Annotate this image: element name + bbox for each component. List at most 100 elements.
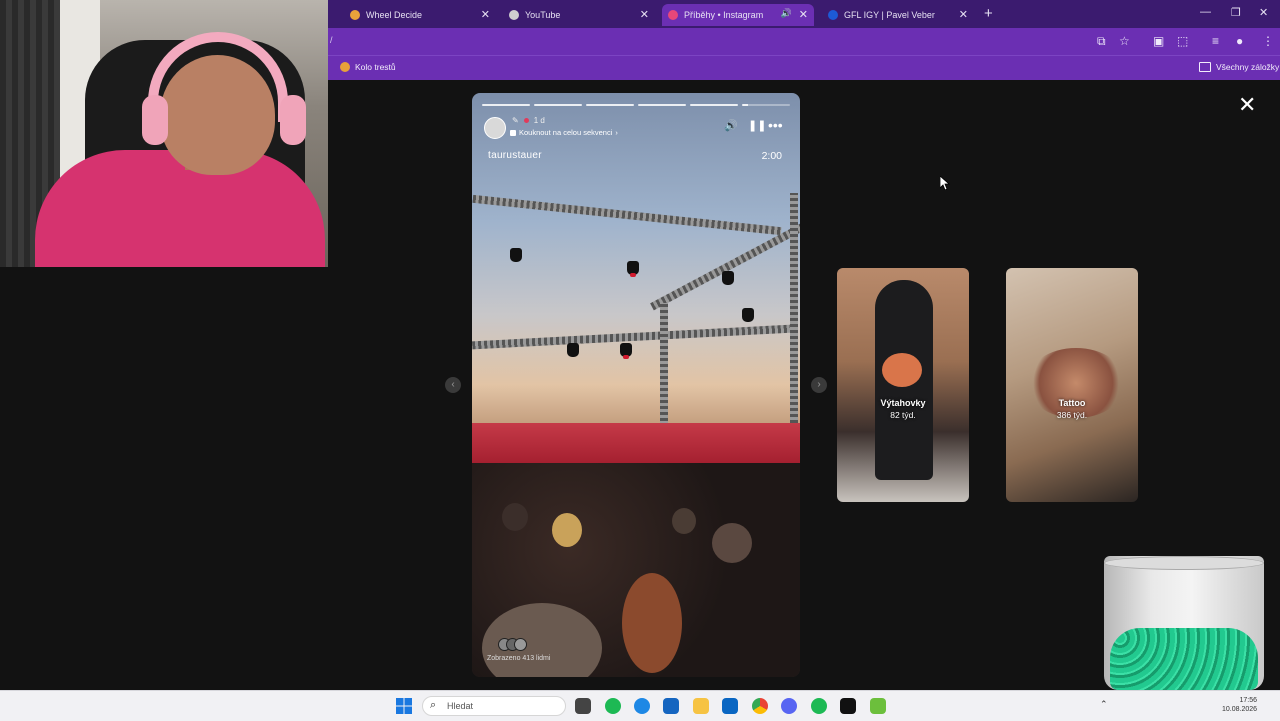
jar-coins <box>1110 628 1258 690</box>
tab-instagram[interactable]: Příběhy • Instagram 🔊 ✕ <box>662 4 814 26</box>
next-story-icon[interactable]: › <box>811 377 827 393</box>
stage-truss <box>650 223 800 311</box>
stage-light <box>627 261 639 277</box>
tab-title: GFL IGY | Pavel Veber <box>844 10 935 20</box>
active-story[interactable]: ✎ 1 d Kouknout na celou sekvenci › 🔊 ❚❚ … <box>472 93 800 677</box>
minimize-icon[interactable]: — <box>1200 6 1211 18</box>
clock-date: 10.08.2026 <box>1222 706 1258 713</box>
mouse-cursor-icon <box>940 176 950 190</box>
highlight-title: Tattoo <box>1058 398 1086 408</box>
tab-title: YouTube <box>525 10 561 20</box>
headset-earcup <box>142 95 168 145</box>
webcam-overlay <box>0 0 328 267</box>
app-icon[interactable] <box>605 698 621 714</box>
close-tab-icon[interactable]: ✕ <box>799 8 808 21</box>
viewer-avatars[interactable] <box>498 638 528 651</box>
task-view-icon[interactable] <box>575 698 591 714</box>
new-tab-icon[interactable]: + <box>984 5 993 22</box>
volume-icon[interactable]: 🔊 <box>724 119 738 132</box>
audience-head <box>552 513 582 547</box>
extension-icon[interactable]: ▣ <box>1153 34 1164 48</box>
bookmark-label: Kolo trestů <box>355 62 396 72</box>
audience-head <box>672 508 696 534</box>
progress-segment <box>586 104 634 106</box>
close-tab-icon[interactable]: ✕ <box>640 8 649 21</box>
highlight-card-tattoo[interactable]: Tattoo 386 týd. <box>1006 268 1138 502</box>
tab-title: Příběhy • Instagram <box>684 10 764 20</box>
sequence-icon <box>510 129 516 136</box>
restore-icon[interactable]: ❐ <box>1231 6 1241 19</box>
gfl-favicon-icon <box>828 10 838 20</box>
close-tab-icon[interactable]: ✕ <box>959 8 968 21</box>
discord-icon[interactable] <box>781 698 797 714</box>
spotify-icon[interactable] <box>811 698 827 714</box>
store-icon[interactable] <box>663 698 679 714</box>
wheel-decide-favicon-icon <box>350 10 360 20</box>
viewers-count[interactable]: Zobrazeno 413 lidmi <box>487 655 550 662</box>
file-explorer-icon[interactable] <box>693 698 709 714</box>
media-controls-icon[interactable]: ≡ <box>1212 34 1219 48</box>
highlight-age: 82 týd. <box>890 410 916 420</box>
story-duration: 2:00 <box>761 150 782 162</box>
pause-icon[interactable]: ❚❚ <box>748 119 766 132</box>
tab-title: Wheel Decide <box>366 10 423 20</box>
window-close-icon[interactable]: ✕ <box>1259 6 1268 19</box>
tab-wheel-decide[interactable]: Wheel Decide ✕ <box>344 4 496 26</box>
extensions-puzzle-icon[interactable]: ⬚ <box>1177 34 1188 48</box>
stage-truss <box>472 324 792 350</box>
all-bookmarks[interactable]: Všechny záložky <box>1199 62 1279 72</box>
speaker-icon[interactable]: 🔊 <box>781 8 792 19</box>
tip-jar-overlay <box>1104 556 1264 690</box>
close-viewer-icon[interactable]: ✕ <box>1238 94 1256 116</box>
menu-dots-icon[interactable]: ⋮ <box>1262 34 1274 48</box>
chrome-icon[interactable] <box>752 698 768 714</box>
chevron-right-icon: › <box>615 128 618 137</box>
live-dot-icon <box>523 118 529 123</box>
stage-truss-pole <box>660 303 668 433</box>
stage-light <box>567 343 579 357</box>
windows-start-icon[interactable] <box>396 698 412 714</box>
tab-youtube[interactable]: YouTube ✕ <box>503 4 655 26</box>
progress-segment <box>690 104 738 106</box>
stage-truss <box>472 194 782 236</box>
avatar-ring <box>882 353 922 387</box>
stage-truss-pole <box>790 193 798 453</box>
youtube-favicon-icon <box>509 10 519 20</box>
story-age: 1 d <box>533 116 545 125</box>
story-username[interactable]: taurustauer <box>488 150 542 161</box>
tray-clock[interactable]: 17:56 10.08.2026 <box>1222 696 1257 714</box>
all-bookmarks-label: Všechny záložky <box>1216 62 1280 72</box>
audience-head <box>502 503 528 531</box>
bookmark-star-icon[interactable]: ☆ <box>1119 34 1130 48</box>
minecraft-icon[interactable] <box>870 698 886 714</box>
clock-time: 17:56 <box>1239 697 1258 704</box>
story-avatar[interactable] <box>484 117 506 139</box>
tab-gfl-igy[interactable]: GFL IGY | Pavel Veber ✕ <box>822 4 974 26</box>
instagram-favicon-icon <box>668 10 678 20</box>
bookmark-favicon-icon <box>340 62 350 72</box>
progress-segment <box>638 104 686 106</box>
progress-segment <box>482 104 530 106</box>
folder-icon <box>1199 62 1211 72</box>
headset-earcup <box>280 95 306 145</box>
tray-chevron-icon[interactable]: ⌃ <box>1100 700 1108 709</box>
streamer-shirt <box>35 150 325 267</box>
search-icon: ⌕ <box>430 699 437 711</box>
previous-story-icon[interactable]: ‹ <box>445 377 461 393</box>
close-tab-icon[interactable]: ✕ <box>481 8 490 21</box>
more-options-icon[interactable]: ••• <box>768 117 783 133</box>
highlight-card-vytahovky[interactable]: Výtahovky 82 týd. <box>837 268 969 502</box>
pin-icon: ✎ <box>512 116 519 125</box>
terminal-icon[interactable] <box>840 698 856 714</box>
outlook-icon[interactable] <box>722 698 738 714</box>
url-text[interactable]: / <box>330 35 333 45</box>
bookmark-kolo-trestu[interactable]: Kolo trestů <box>340 62 396 72</box>
profile-avatar-icon[interactable]: ● <box>1236 34 1243 48</box>
audience-head <box>622 573 682 673</box>
highlight-title: Výtahovky <box>880 398 926 408</box>
stage-light <box>510 248 522 262</box>
edge-icon[interactable] <box>634 698 650 714</box>
install-app-icon[interactable]: ⧉ <box>1097 34 1106 49</box>
taskbar-search[interactable]: ⌕ Hledat <box>422 696 566 716</box>
watch-sequence-link[interactable]: Kouknout na celou sekvenci › <box>510 128 618 137</box>
